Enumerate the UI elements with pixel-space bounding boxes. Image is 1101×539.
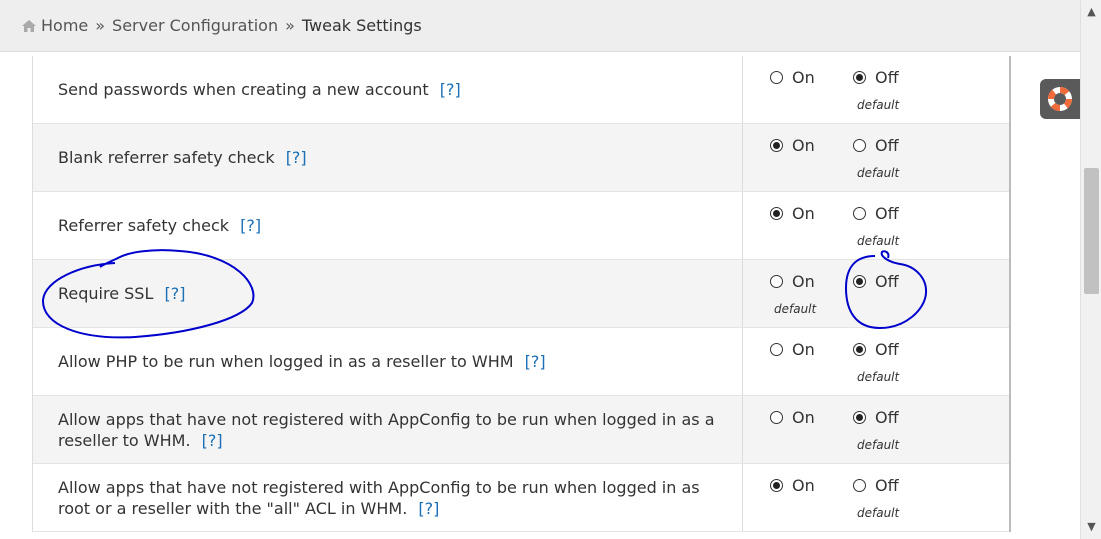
- option-off[interactable]: Off: [853, 68, 899, 87]
- home-icon: [22, 19, 36, 32]
- lifebuoy-icon: [1048, 87, 1072, 111]
- setting-label-text: Require SSL: [58, 284, 154, 303]
- setting-label: Referrer safety check [?]: [58, 192, 729, 259]
- option-off-label: Off: [875, 340, 899, 359]
- radio-on[interactable]: [770, 275, 783, 288]
- breadcrumb: Home » Server Configuration » Tweak Sett…: [0, 0, 1080, 52]
- option-off[interactable]: Off: [853, 272, 899, 291]
- option-on[interactable]: On: [770, 340, 815, 359]
- scroll-down-arrow-icon[interactable]: ▼: [1081, 517, 1101, 537]
- radio-off[interactable]: [853, 479, 866, 492]
- option-off-label: Off: [875, 476, 899, 495]
- option-on-label: On: [792, 408, 815, 427]
- radio-off[interactable]: [853, 343, 866, 356]
- setting-label-text: Allow PHP to be run when logged in as a …: [58, 352, 514, 371]
- option-on-label: On: [792, 68, 815, 87]
- setting-label: Allow apps that have not registered with…: [58, 464, 729, 531]
- breadcrumb-separator: »: [285, 16, 295, 35]
- setting-label-text: Referrer safety check: [58, 216, 230, 235]
- main-content: Send passwords when creating a new accou…: [0, 52, 1080, 539]
- setting-row: Allow apps that have not registered with…: [33, 396, 1009, 464]
- option-off-label: Off: [875, 204, 899, 223]
- option-on[interactable]: On: [770, 136, 815, 155]
- option-on-label: On: [792, 136, 815, 155]
- radio-on[interactable]: [770, 71, 783, 84]
- setting-row: Send passwords when creating a new accou…: [33, 56, 1009, 124]
- option-off[interactable]: Off: [853, 136, 899, 155]
- breadcrumb-server-configuration-link[interactable]: Server Configuration: [112, 16, 278, 35]
- setting-options: On Off default: [742, 56, 1009, 123]
- option-on[interactable]: On: [770, 68, 815, 87]
- default-tag: default: [857, 234, 900, 248]
- help-link[interactable]: [?]: [202, 431, 223, 450]
- setting-row: Blank referrer safety check [?] On Off d…: [33, 124, 1009, 192]
- scroll-up-arrow-icon[interactable]: ▲: [1081, 2, 1101, 22]
- radio-off[interactable]: [853, 411, 866, 424]
- radio-on[interactable]: [770, 139, 783, 152]
- radio-off[interactable]: [853, 207, 866, 220]
- breadcrumb-current-page: Tweak Settings: [301, 16, 422, 35]
- setting-row: Allow PHP to be run when logged in as a …: [33, 328, 1009, 396]
- radio-off[interactable]: [853, 275, 866, 288]
- setting-row: Referrer safety check [?] On Off default: [33, 192, 1009, 260]
- option-on-label: On: [792, 476, 815, 495]
- setting-options: On Off default: [742, 260, 1009, 327]
- option-off[interactable]: Off: [853, 204, 899, 223]
- setting-options: On Off default: [742, 396, 1009, 463]
- option-off[interactable]: Off: [853, 340, 899, 359]
- vertical-scrollbar[interactable]: ▲ ▼: [1080, 0, 1101, 539]
- help-link[interactable]: [?]: [525, 352, 546, 371]
- settings-table: Send passwords when creating a new accou…: [32, 56, 1011, 532]
- option-on-label: On: [792, 272, 815, 291]
- setting-label-text: Allow apps that have not registered with…: [58, 477, 700, 518]
- help-link[interactable]: [?]: [164, 284, 185, 303]
- setting-row: Require SSL [?] On Off default: [33, 260, 1009, 328]
- breadcrumb-separator: »: [95, 16, 106, 35]
- default-tag: default: [774, 302, 817, 316]
- setting-options: On Off default: [742, 464, 1009, 531]
- option-on-label: On: [792, 204, 815, 223]
- default-tag: default: [857, 98, 900, 112]
- option-on[interactable]: On: [770, 408, 815, 427]
- setting-label-text: Blank referrer safety check: [58, 148, 275, 167]
- option-off-label: Off: [875, 136, 899, 155]
- default-tag: default: [857, 506, 900, 520]
- setting-options: On Off default: [742, 328, 1009, 395]
- setting-options: On Off default: [742, 124, 1009, 191]
- option-off-label: Off: [875, 408, 899, 427]
- default-tag: default: [857, 370, 900, 384]
- setting-label: Allow PHP to be run when logged in as a …: [58, 328, 729, 395]
- option-off-label: Off: [875, 272, 899, 291]
- radio-on[interactable]: [770, 207, 783, 220]
- option-on-label: On: [792, 340, 815, 359]
- setting-row: Allow apps that have not registered with…: [33, 464, 1009, 532]
- setting-label: Blank referrer safety check [?]: [58, 124, 729, 191]
- help-link[interactable]: [?]: [240, 216, 261, 235]
- option-off-label: Off: [875, 68, 899, 87]
- setting-options: On Off default: [742, 192, 1009, 259]
- help-link[interactable]: [?]: [440, 80, 461, 99]
- help-float-button[interactable]: [1040, 79, 1080, 119]
- default-tag: default: [857, 438, 900, 452]
- radio-off[interactable]: [853, 139, 866, 152]
- breadcrumb-home-link[interactable]: Home: [41, 16, 88, 35]
- setting-label: Send passwords when creating a new accou…: [58, 56, 729, 123]
- setting-label: Allow apps that have not registered with…: [58, 396, 729, 463]
- option-off[interactable]: Off: [853, 476, 899, 495]
- option-on[interactable]: On: [770, 204, 815, 223]
- option-off[interactable]: Off: [853, 408, 899, 427]
- radio-off[interactable]: [853, 71, 866, 84]
- default-tag: default: [857, 166, 900, 180]
- setting-label: Require SSL [?]: [58, 260, 729, 327]
- radio-on[interactable]: [770, 343, 783, 356]
- scrollbar-thumb[interactable]: [1084, 168, 1099, 294]
- option-on[interactable]: On: [770, 272, 815, 291]
- setting-label-text: Allow apps that have not registered with…: [58, 409, 715, 450]
- help-link[interactable]: [?]: [286, 148, 307, 167]
- setting-label-text: Send passwords when creating a new accou…: [58, 80, 429, 99]
- radio-on[interactable]: [770, 479, 783, 492]
- radio-on[interactable]: [770, 411, 783, 424]
- help-link[interactable]: [?]: [418, 499, 439, 518]
- option-on[interactable]: On: [770, 476, 815, 495]
